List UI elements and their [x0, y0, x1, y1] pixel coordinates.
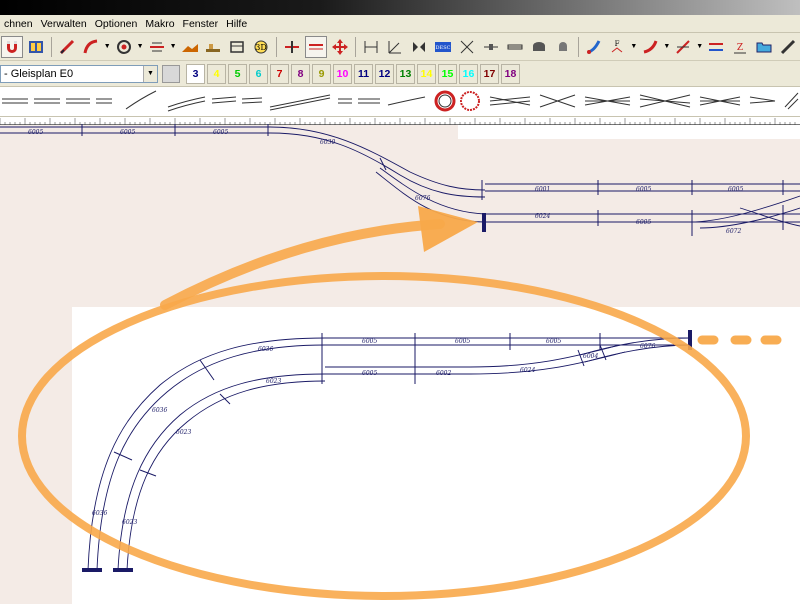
zoom-plan-buffers — [82, 330, 692, 572]
label-zoom-7: 6023 — [266, 378, 281, 385]
label-top-7: 6005 — [636, 186, 651, 193]
label-top-9: 6024 — [535, 213, 550, 220]
label-zoom-6: 6076 — [640, 343, 655, 350]
top-plan-tracks[interactable] — [0, 126, 800, 229]
top-plan-labels: 6005 6005 6005 6030 6076 6001 6005 6005 … — [28, 129, 743, 235]
zoom-plan-labels: 6036 6005 6005 6005 6004 6076 6023 6005 … — [92, 338, 655, 526]
label-top-2: 6005 — [120, 129, 135, 136]
label-top-8: 6005 — [728, 186, 743, 193]
label-zoom-1: 6036 — [258, 346, 273, 353]
label-top-4: 6030 — [320, 139, 335, 146]
zoom-plan-joints — [113, 333, 607, 477]
highlight-annotation — [18, 206, 782, 600]
highlight-ellipse — [18, 272, 750, 600]
label-zoom-8: 6005 — [362, 370, 377, 377]
label-zoom-5: 6004 — [583, 353, 598, 360]
label-zoom-10: 6024 — [520, 367, 535, 374]
label-zoom-9: 6002 — [436, 370, 451, 377]
label-top-3: 6005 — [213, 129, 228, 136]
zoom-plan-tracks[interactable] — [87, 337, 691, 571]
label-zoom-14: 6023 — [122, 519, 137, 526]
label-zoom-12: 6023 — [176, 429, 191, 436]
label-top-10: 6005 — [636, 219, 651, 226]
label-top-6: 6001 — [535, 186, 550, 193]
track-plan-drawing: 6005 6005 6005 6030 6076 6001 6005 6005 … — [0, 124, 800, 600]
label-top-1: 6005 — [28, 129, 43, 136]
highlight-arrowhead — [418, 206, 478, 252]
label-top-5: 6076 — [415, 195, 430, 202]
label-zoom-3: 6005 — [455, 338, 470, 345]
label-zoom-13: 6036 — [92, 510, 107, 517]
label-zoom-11: 6036 — [152, 407, 167, 414]
label-zoom-2: 6005 — [362, 338, 377, 345]
label-zoom-4: 6005 — [546, 338, 561, 345]
label-top-11: 6072 — [726, 228, 741, 235]
